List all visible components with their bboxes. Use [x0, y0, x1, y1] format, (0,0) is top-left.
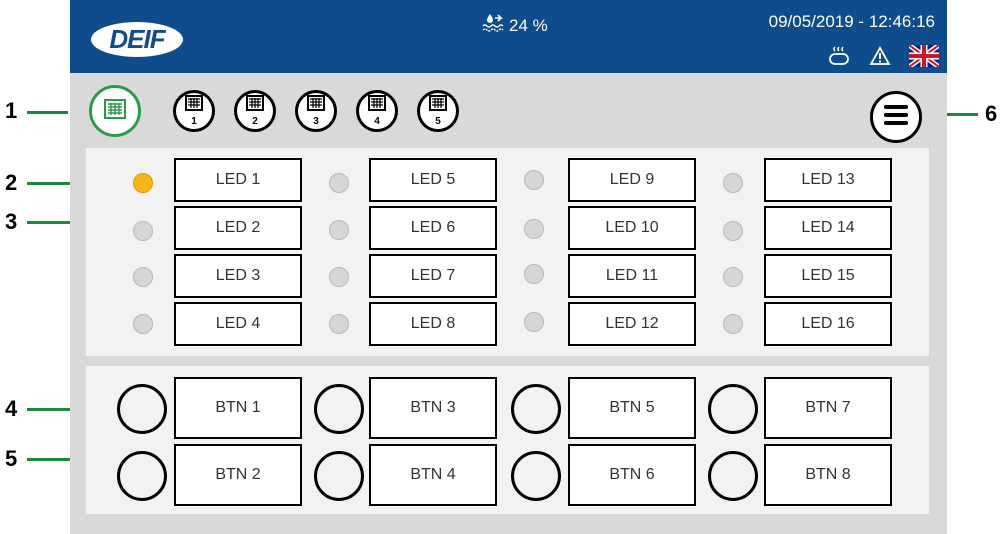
push-button-5[interactable] [511, 384, 561, 434]
led-label-2: LED 2 [174, 206, 302, 250]
led-label-11: LED 11 [568, 254, 696, 298]
grid-icon [368, 95, 386, 116]
heater-icon[interactable] [827, 46, 851, 71]
fuel-level-value: 24 % [509, 15, 548, 35]
push-button-3[interactable] [314, 384, 364, 434]
button-label-7[interactable]: BTN 7 [764, 377, 892, 439]
status-icons [827, 42, 941, 72]
page-number: 2 [252, 116, 258, 127]
led-label-6: LED 6 [369, 206, 497, 250]
button-label-2[interactable]: BTN 2 [174, 444, 302, 506]
led-indicator-2 [133, 221, 153, 241]
button-panel: BTN 1 BTN 2 BTN 3 BTN 4 BTN 5 BTN 6 BTN … [86, 366, 929, 514]
led-indicator-5 [329, 173, 349, 193]
led-indicator-11 [524, 264, 544, 284]
callout-5: 5 [5, 446, 18, 471]
led-indicator-6 [329, 220, 349, 240]
menu-button[interactable] [870, 91, 922, 143]
led-label-12: LED 12 [568, 302, 696, 346]
fuel-status: 24 % [481, 12, 548, 39]
grid-icon [246, 95, 264, 116]
push-button-1[interactable] [117, 384, 167, 434]
led-label-9: LED 9 [568, 158, 696, 202]
led-indicator-9 [524, 170, 544, 190]
led-indicator-1 [133, 173, 153, 193]
warning-icon[interactable] [869, 46, 891, 71]
button-label-1[interactable]: BTN 1 [174, 377, 302, 439]
led-indicator-12 [524, 312, 544, 332]
led-indicator-16 [723, 314, 743, 334]
led-label-4: LED 4 [174, 302, 302, 346]
led-indicator-7 [329, 267, 349, 287]
button-label-5[interactable]: BTN 5 [568, 377, 696, 439]
button-label-6[interactable]: BTN 6 [568, 444, 696, 506]
page-button-4[interactable]: 4 [356, 90, 398, 132]
led-label-8: LED 8 [369, 302, 497, 346]
led-indicator-3 [133, 267, 153, 287]
led-indicator-10 [524, 219, 544, 239]
led-label-3: LED 3 [174, 254, 302, 298]
push-button-8[interactable] [708, 451, 758, 501]
led-label-1: LED 1 [174, 158, 302, 202]
grid-icon [429, 95, 447, 116]
push-button-7[interactable] [708, 384, 758, 434]
led-label-10: LED 10 [568, 206, 696, 250]
led-label-13: LED 13 [764, 158, 892, 202]
hamburger-menu-icon [882, 103, 910, 132]
grid-icon [104, 98, 126, 124]
page-button-1[interactable]: 1 [173, 90, 215, 132]
callout-4: 4 [5, 396, 18, 421]
push-button-4[interactable] [314, 451, 364, 501]
led-label-7: LED 7 [369, 254, 497, 298]
page-number: 3 [313, 116, 319, 127]
led-indicator-15 [723, 267, 743, 287]
led-label-15: LED 15 [764, 254, 892, 298]
grid-icon [307, 95, 325, 116]
button-label-3[interactable]: BTN 3 [369, 377, 497, 439]
led-label-5: LED 5 [369, 158, 497, 202]
button-label-4[interactable]: BTN 4 [369, 444, 497, 506]
led-indicator-4 [133, 314, 153, 334]
led-indicator-13 [723, 173, 743, 193]
led-indicator-14 [723, 221, 743, 241]
uk-flag-icon[interactable] [907, 42, 941, 72]
page-number: 4 [374, 116, 380, 127]
callout-6: 6 [985, 101, 998, 126]
led-label-16: LED 16 [764, 302, 892, 346]
grid-icon [185, 95, 203, 116]
page-number: 5 [435, 116, 441, 127]
push-button-2[interactable] [117, 451, 167, 501]
callout-line-1 [27, 111, 68, 114]
hmi-screen: DEIF 24 % 09/05/2019 - 12:46:16 1 2 3 4 … [70, 0, 947, 534]
push-button-6[interactable] [511, 451, 561, 501]
deif-logo: DEIF [91, 22, 183, 57]
led-panel: LED 1 LED 2 LED 3 LED 4 LED 5 LED 6 LED … [86, 148, 929, 356]
callout-1: 1 [5, 98, 18, 123]
callout-2: 2 [5, 170, 18, 195]
button-label-8[interactable]: BTN 8 [764, 444, 892, 506]
page-button-2[interactable]: 2 [234, 90, 276, 132]
page-button-3[interactable]: 3 [295, 90, 337, 132]
page-button-5[interactable]: 5 [417, 90, 459, 132]
led-label-14: LED 14 [764, 206, 892, 250]
header-bar: DEIF 24 % 09/05/2019 - 12:46:16 [70, 0, 947, 73]
overview-page-button[interactable] [89, 85, 141, 137]
callout-3: 3 [5, 209, 18, 234]
date-time: 09/05/2019 - 12:46:16 [768, 12, 935, 31]
fuel-level-icon [481, 12, 505, 39]
led-indicator-8 [329, 314, 349, 334]
page-number: 1 [191, 116, 197, 127]
